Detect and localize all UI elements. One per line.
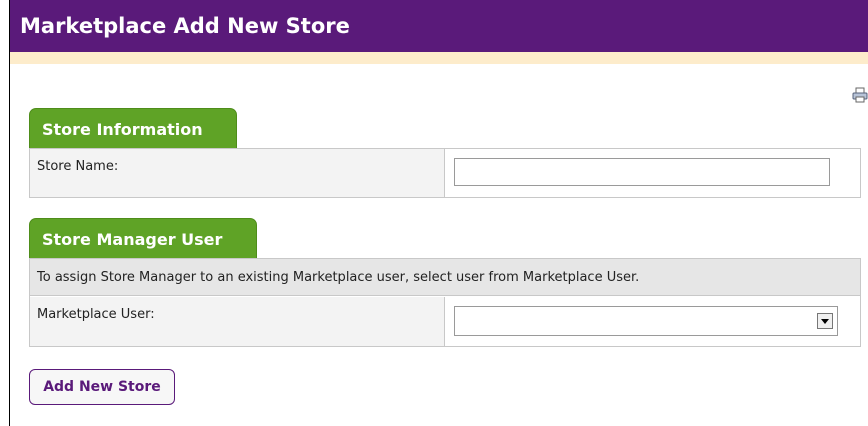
marketplace-user-row: Marketplace User: bbox=[30, 297, 860, 346]
tab-store-information: Store Information bbox=[29, 108, 237, 148]
store-name-row: Store Name: bbox=[30, 149, 860, 197]
store-manager-info: To assign Store Manager to an existing M… bbox=[30, 259, 860, 296]
printer-icon[interactable] bbox=[852, 87, 868, 103]
marketplace-user-label: Marketplace User: bbox=[30, 297, 445, 346]
chevron-down-icon[interactable] bbox=[817, 313, 833, 329]
store-information-table: Store Name: bbox=[29, 148, 861, 198]
marketplace-user-cell bbox=[446, 297, 860, 346]
store-name-input[interactable] bbox=[454, 158, 830, 186]
page-header: Marketplace Add New Store bbox=[10, 0, 868, 52]
marketplace-user-select[interactable] bbox=[454, 306, 838, 336]
tab-store-information-label: Store Information bbox=[42, 120, 203, 139]
add-new-store-button[interactable]: Add New Store bbox=[29, 369, 175, 405]
tab-store-manager-user: Store Manager User bbox=[29, 218, 257, 258]
store-name-label: Store Name: bbox=[30, 149, 445, 197]
page-title: Marketplace Add New Store bbox=[20, 14, 350, 38]
store-name-cell bbox=[446, 149, 860, 197]
store-manager-table: To assign Store Manager to an existing M… bbox=[29, 258, 861, 347]
tab-store-manager-user-label: Store Manager User bbox=[42, 230, 223, 249]
header-strip bbox=[10, 52, 868, 64]
